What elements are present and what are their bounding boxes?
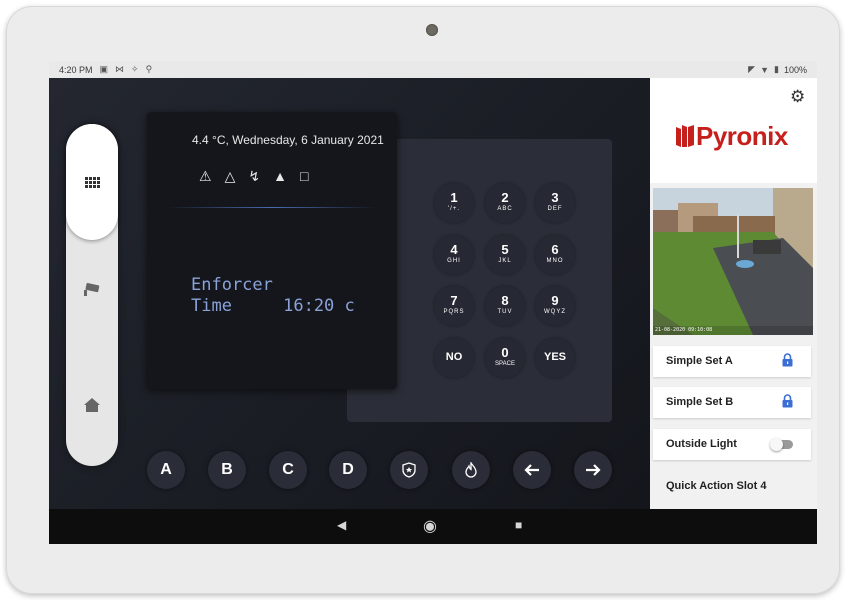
outside-light-toggle[interactable] <box>770 438 793 451</box>
quick-action-label: Quick Action Slot 4 <box>666 480 767 492</box>
toggle-knob <box>770 438 783 451</box>
quick-action-slot-4[interactable]: Quick Action Slot 4 <box>653 471 811 502</box>
quick-action-outside-light[interactable]: Outside Light <box>653 429 811 460</box>
function-key-b[interactable]: B <box>208 451 246 489</box>
fire-button[interactable] <box>452 451 490 489</box>
arrow-right-button[interactable] <box>574 451 612 489</box>
nav-item-keypad[interactable] <box>66 124 118 240</box>
function-key-c[interactable]: C <box>269 451 307 489</box>
key-8[interactable]: 8 TUV <box>485 286 525 326</box>
status-time: 4:20 PM <box>59 64 93 75</box>
status-bar: 4:20 PM ▣ ⋈ ✧ ⚲ ◤ ▼ ▮ 100% <box>49 61 817 78</box>
fault-icon: ▲ <box>273 168 287 184</box>
battery-level: 100% <box>783 64 807 75</box>
cctv-camera-icon <box>84 283 100 296</box>
arrow-right-icon <box>586 464 601 476</box>
quick-action-label: Outside Light <box>666 438 737 450</box>
key-7[interactable]: 7 PQRS <box>434 286 474 326</box>
key-4[interactable]: 4 GHI <box>434 235 474 275</box>
pyronix-logo-mark <box>676 125 694 147</box>
key-no[interactable]: NO <box>434 338 474 378</box>
quick-action-label: Simple Set A <box>666 355 733 367</box>
lcd-text: Enforcer Time 16:20 c <box>191 275 355 317</box>
quick-action-label: Simple Set B <box>666 396 734 408</box>
key-3[interactable]: 3 DEF <box>535 183 575 223</box>
key-1[interactable]: 1 '/+. <box>434 183 474 223</box>
settings-gear-icon[interactable]: ⚙ <box>790 87 805 107</box>
alarm-app: 1 '/+. 2 ABC 3 DEF 4 GHI 5 JKL 6 MNO 7 PQRS 8 TU… <box>49 78 650 509</box>
lcd-status-icons: ⚠ △ ↯ ▲ □ <box>199 168 308 185</box>
brand-logo: Pyronix <box>674 121 788 152</box>
home-icon <box>84 398 100 412</box>
key-5[interactable]: 5 JKL <box>485 235 525 275</box>
lock-icon[interactable] <box>782 394 793 408</box>
arrow-left-button[interactable] <box>513 451 551 489</box>
brand-header: ⚙ Pyronix <box>650 78 817 183</box>
accessibility-icon: ✧ <box>131 64 139 74</box>
fire-icon <box>465 460 477 478</box>
key-6[interactable]: 6 MNO <box>535 235 575 275</box>
nav-item-camera[interactable] <box>82 281 102 301</box>
side-nav <box>66 124 118 466</box>
arrow-left-icon <box>524 464 539 476</box>
unlock-icon: □ <box>299 168 309 184</box>
key-2[interactable]: 2 ABC <box>485 183 525 223</box>
panic-button[interactable] <box>390 451 428 489</box>
battery-icon: ▮ <box>774 64 779 74</box>
lcd-line-2: Time 16:20 c <box>191 296 355 316</box>
recents-icon[interactable]: ■ <box>515 518 522 532</box>
right-panel: ⚙ Pyronix 21-08-2020 09:10:08 Simple Set… <box>650 78 817 509</box>
function-key-a[interactable]: A <box>147 451 185 489</box>
lcd-line-1: Enforcer <box>191 275 273 295</box>
mail-icon: ⋈ <box>115 64 125 74</box>
quick-action-simple-set-a[interactable]: Simple Set A <box>653 346 811 377</box>
camera-image <box>653 188 813 335</box>
lock-icon[interactable] <box>782 353 793 367</box>
brand-name: Pyronix <box>696 121 788 151</box>
back-icon[interactable]: ◀ <box>337 518 346 532</box>
lcd-display: 4.4 °C, Wednesday, 6 January 2021 ⚠ △ ↯ … <box>147 112 397 389</box>
front-camera <box>426 24 438 36</box>
key-yes[interactable]: YES <box>535 338 575 378</box>
warning-icon: ⚠ <box>199 168 212 184</box>
location-icon: ⚲ <box>145 64 153 74</box>
key-0[interactable]: 0 SPACE <box>485 338 525 378</box>
tamper-icon: ↯ <box>248 168 261 184</box>
camera-feed[interactable]: 21-08-2020 09:10:08 <box>653 188 813 335</box>
key-9[interactable]: 9 WQYZ <box>535 286 575 326</box>
vibrate-icon: ◤ <box>748 64 756 74</box>
quick-action-simple-set-b[interactable]: Simple Set B <box>653 387 811 418</box>
siren-icon: △ <box>224 168 236 184</box>
keypad-icon <box>82 172 102 192</box>
screen: 4:20 PM ▣ ⋈ ✧ ⚲ ◤ ▼ ▮ 100% 1 '/+. 2 ABC … <box>49 61 817 544</box>
function-key-d[interactable]: D <box>329 451 367 489</box>
camera-timestamp: 21-08-2020 09:10:08 <box>655 327 713 333</box>
home-circle-icon[interactable]: ◉ <box>423 516 437 536</box>
wifi-icon: ▼ <box>760 64 770 75</box>
lcd-divider <box>167 207 377 208</box>
android-nav-bar: ◀ ◉ ■ <box>49 509 817 544</box>
panic-shield-icon <box>402 462 416 478</box>
weather-date-line: 4.4 °C, Wednesday, 6 January 2021 <box>192 133 384 147</box>
nav-item-home[interactable] <box>82 396 102 416</box>
image-icon: ▣ <box>99 64 109 74</box>
